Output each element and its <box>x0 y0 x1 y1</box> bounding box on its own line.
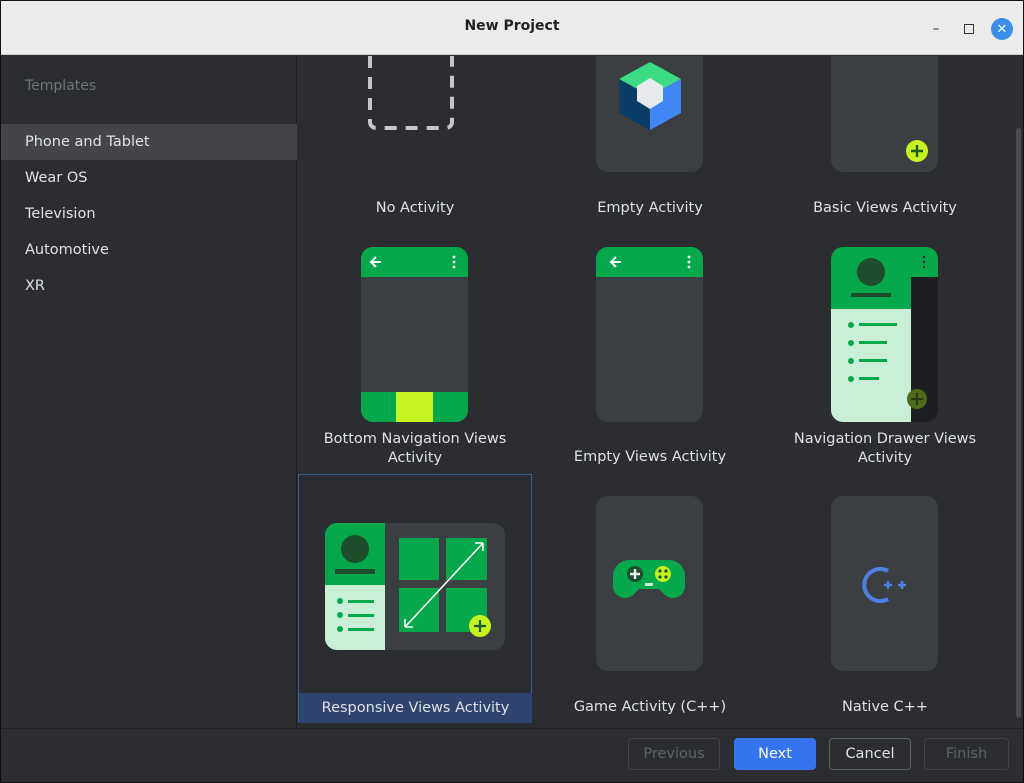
sidebar-item-label: Wear OS <box>25 170 88 186</box>
nav-drawer-icon <box>831 247 938 422</box>
compose-cube-icon <box>619 62 681 130</box>
bottom-nav-icon <box>361 247 468 422</box>
close-icon: ✕ <box>996 21 1008 37</box>
minimize-button[interactable]: – <box>925 18 947 40</box>
dialog-footer: Previous Next Cancel Finish <box>1 728 1023 782</box>
sidebar-item-xr[interactable]: XR <box>1 268 297 304</box>
nav-drawer-illustration <box>831 247 938 422</box>
sidebar-item-television[interactable]: Television <box>1 196 297 232</box>
template-label: Navigation Drawer Views Activity <box>793 431 977 466</box>
window-title: New Project <box>464 18 560 34</box>
cpp-icon <box>862 567 906 603</box>
dashed-box-icon <box>368 56 454 130</box>
maximize-icon <box>964 24 974 34</box>
responsive-tablet-icon <box>325 523 505 650</box>
template-gallery: No Activity Empty Activity Basic Views A… <box>298 56 1014 728</box>
gallery-scrollbar[interactable] <box>1014 56 1023 728</box>
previous-button[interactable]: Previous <box>628 738 720 770</box>
maximize-button[interactable] <box>958 18 980 40</box>
finish-button[interactable]: Finish <box>924 738 1009 770</box>
template-label: Bottom Navigation Views Activity <box>323 431 507 466</box>
gamepad-icon <box>612 560 686 599</box>
template-native-cpp[interactable]: Native C++ <box>768 474 1002 722</box>
template-label: Basic Views Activity <box>813 200 957 216</box>
template-responsive-views-activity[interactable]: Responsive Views Activity <box>298 474 532 723</box>
template-no-activity[interactable]: No Activity <box>298 56 532 231</box>
template-label: Empty Views Activity <box>573 449 727 465</box>
sidebar-item-label: Automotive <box>25 242 109 258</box>
bottom-nav-illustration <box>361 247 468 422</box>
template-basic-views-activity[interactable]: Basic Views Activity <box>768 56 1002 231</box>
cancel-button[interactable]: Cancel <box>829 738 911 770</box>
sidebar-item-automotive[interactable]: Automotive <box>1 232 297 268</box>
template-empty-views-activity[interactable]: Empty Views Activity <box>533 231 767 474</box>
sidebar-section-title: Templates <box>25 78 97 94</box>
template-empty-activity[interactable]: Empty Activity <box>533 56 767 231</box>
template-label: No Activity <box>375 200 455 216</box>
sidebar-item-label: Phone and Tablet <box>25 134 150 150</box>
sidebar-item-label: XR <box>25 278 46 294</box>
sidebar-item-phone-and-tablet[interactable]: Phone and Tablet <box>1 124 297 160</box>
sidebar-item-label: Television <box>25 206 96 222</box>
template-label: Empty Activity <box>597 200 703 216</box>
template-label: Responsive Views Activity <box>321 700 510 716</box>
template-game-activity-cpp[interactable]: Game Activity (C++) <box>533 474 767 722</box>
sidebar-item-wear-os[interactable]: Wear OS <box>1 160 297 196</box>
title-bar: New Project – ✕ <box>1 1 1023 55</box>
empty-views-icon <box>596 247 703 422</box>
template-bottom-navigation-views-activity[interactable]: Bottom Navigation Views Activity <box>298 231 532 474</box>
empty-views-illustration <box>596 247 703 277</box>
close-button[interactable]: ✕ <box>991 18 1013 40</box>
scrollbar-thumb[interactable] <box>1016 128 1021 718</box>
new-project-window: New Project – ✕ Templates Phone and Tabl… <box>0 0 1024 783</box>
minimize-icon: – <box>932 21 940 37</box>
template-label: Game Activity (C++) <box>573 699 727 715</box>
fab-plus-icon <box>906 140 928 162</box>
templates-sidebar: Templates Phone and Tablet Wear OS Telev… <box>1 56 297 728</box>
template-navigation-drawer-views-activity[interactable]: Navigation Drawer Views Activity <box>768 231 1002 474</box>
template-label: Native C++ <box>842 699 928 715</box>
next-button[interactable]: Next <box>734 738 816 770</box>
